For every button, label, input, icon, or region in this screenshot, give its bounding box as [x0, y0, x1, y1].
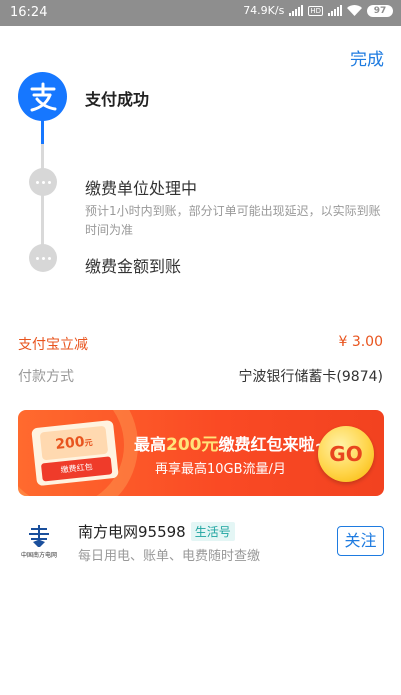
coupon-icon: 200元 缴费红包 [31, 419, 119, 487]
payment-method-row: 付款方式 宁波银行储蓄卡(9874) [18, 366, 383, 386]
status-icons: 74.9K/s HD 97 [243, 4, 393, 17]
payment-method-label: 付款方式 [18, 369, 74, 385]
hd-icon: HD [308, 5, 323, 16]
discount-label: 支付宝立减 [18, 337, 88, 353]
red-packet-banner[interactable]: 200元 缴费红包 最高200元缴费红包来啦~ 再享最高10GB流量/月 GO [18, 410, 384, 496]
coupon-amount: 200元 [39, 425, 109, 461]
service-description: 每日用电、账单、电费随时查缴 [78, 549, 261, 564]
step-dot-processing-icon [29, 168, 57, 196]
signal-icon [289, 5, 304, 16]
follow-button[interactable]: 关注 [337, 526, 384, 556]
step-processing: 缴费单位处理中 [85, 179, 198, 198]
battery-icon: 97 [367, 4, 393, 17]
wifi-icon [347, 5, 362, 16]
banner-subtitle: 再享最高10GB流量/月 [155, 462, 286, 477]
life-account-badge: 生活号 [190, 522, 235, 541]
banner-title: 最高200元缴费红包来啦~ [134, 435, 328, 455]
payment-method-value: 宁波银行储蓄卡(9874) [238, 369, 383, 385]
step-dot-arrival-icon [29, 244, 57, 272]
step-payment-success: 支付成功 [85, 90, 150, 109]
status-bar: 16:24 74.9K/s HD 97 [0, 0, 401, 26]
status-time: 16:24 [10, 5, 48, 20]
service-name-row[interactable]: 南方电网95598 生活号 [78, 521, 235, 542]
china-southern-grid-logo: 中国南方电网 [18, 523, 60, 563]
grid-logo-icon [29, 525, 49, 547]
timeline-progress-line [41, 118, 44, 144]
step-arrival: 缴费金额到账 [85, 257, 182, 276]
discount-value: ¥ 3.00 [338, 334, 383, 350]
alipay-logo-icon [18, 72, 67, 121]
service-name: 南方电网95598 [78, 523, 186, 541]
network-speed: 74.9K/s [243, 4, 285, 17]
discount-row: 支付宝立减 ¥ 3.00 [18, 334, 383, 354]
go-button[interactable]: GO [318, 426, 374, 482]
signal-icon-2 [328, 5, 342, 16]
step-processing-note: 预计1小时内到账，部分订单可能出现延迟，以实际到账时间为准 [85, 204, 381, 237]
coupon-tag: 缴费红包 [40, 456, 113, 482]
done-button[interactable]: 完成 [350, 45, 384, 70]
grid-logo-text: 中国南方电网 [20, 552, 57, 559]
